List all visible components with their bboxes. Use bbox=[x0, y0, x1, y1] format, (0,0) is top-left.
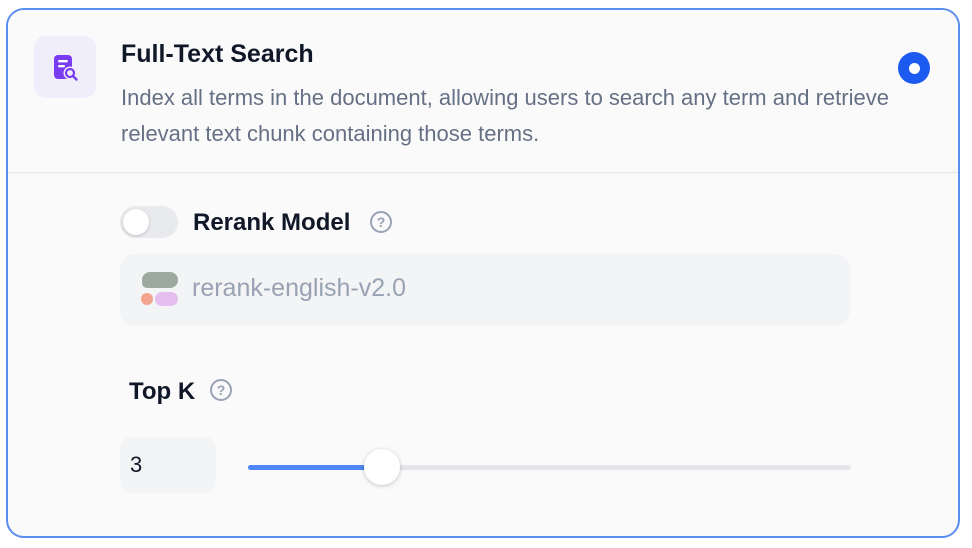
document-search-icon bbox=[34, 36, 96, 98]
rerank-model-label: Rerank Model bbox=[193, 209, 351, 236]
retrieval-option-card[interactable]: Full-Text Search Index all terms in the … bbox=[6, 8, 960, 538]
rerank-model-selector[interactable]: rerank-english-v2.0 bbox=[120, 254, 850, 326]
option-description: Index all terms in the document, allowin… bbox=[121, 85, 889, 146]
cohere-logo-icon bbox=[141, 272, 178, 306]
question-circle-icon[interactable]: ? bbox=[370, 211, 392, 233]
toggle-knob bbox=[123, 209, 149, 235]
top-k-slider[interactable] bbox=[248, 449, 851, 485]
question-circle-icon[interactable]: ? bbox=[210, 379, 232, 401]
radio-dot bbox=[908, 62, 920, 74]
option-title: Full-Text Search bbox=[121, 40, 314, 68]
slider-thumb[interactable] bbox=[363, 449, 400, 485]
rerank-model-name: rerank-english-v2.0 bbox=[192, 274, 406, 302]
top-k-input[interactable]: 3 bbox=[120, 437, 216, 493]
option-radio-selected[interactable] bbox=[898, 52, 930, 84]
option-header[interactable]: Full-Text Search Index all terms in the … bbox=[8, 10, 958, 173]
rerank-toggle[interactable] bbox=[120, 206, 178, 238]
slider-fill bbox=[248, 465, 382, 470]
top-k-label: Top K bbox=[129, 378, 196, 405]
